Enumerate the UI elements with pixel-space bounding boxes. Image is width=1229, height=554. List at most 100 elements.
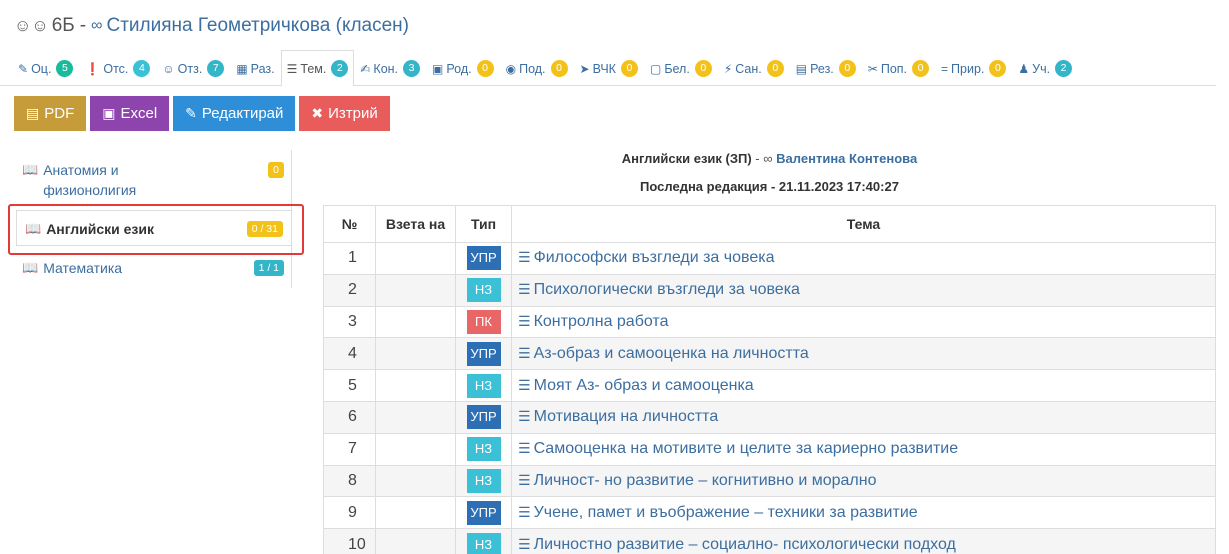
row-topic[interactable]: ☰ Философски възгледи за човека [511,242,1216,275]
topic-title: Моят Аз- образ и самооценка [533,376,754,394]
tab-count-badge: 0 [912,60,930,77]
row-topic[interactable]: ☰ Личностно развитие – социално- психолог… [511,528,1216,554]
tab-label: Прир. [951,61,985,76]
group-icon: ☺☺ [14,16,49,35]
file-excel-icon: ▣ [102,105,116,121]
pdf-button-label: PDF [44,105,75,122]
excel-button[interactable]: ▣ Excel [90,96,170,131]
tab-list[interactable]: ☰ Тем. 2 [280,50,355,86]
topic-title: Аз-образ и самооценка на личността [533,344,809,362]
tab-count-badge: 0 [550,60,568,77]
row-topic[interactable]: ☰ Психологически възгледи за човека [511,273,1216,307]
tab-equals[interactable]: = Прир. 0 [935,50,1012,86]
edit-icon: ✎ [185,105,197,121]
type-badge: НЗ [466,532,501,554]
tab-calendar[interactable]: ▣ Род. 0 [426,50,500,86]
tab-eye[interactable]: ◉ Под. 0 [500,50,574,86]
page-title: ☺☺ 6Б - ∞ Стилияна Геометричкова (класен… [14,12,409,40]
row-taken-on [375,464,456,498]
table-row: 10 НЗ ☰ Личностно развитие – социално- псих… [323,528,1216,554]
glasses-icon: ∞ [763,151,773,166]
list-icon: ☰ [518,408,531,425]
edit-button[interactable]: ✎ Редактирай [173,96,296,131]
tab-count-badge: 0 [620,60,638,77]
topic-title: Психологически възгледи за човека [533,281,800,299]
sidebar-item-math[interactable]: 📖 Математика 1 / 1 [14,250,292,286]
sidebar-item-english[interactable]: 📖 Английски език 0 / 31 [16,210,292,246]
tab-label: Поп. [880,61,908,76]
tab-count-badge: 0 [989,60,1007,77]
last-edit: Последна редакция - 21.11.2023 17:40:27 [640,179,899,194]
excel-button-label: Excel [120,105,158,122]
list-icon: ☰ [518,344,531,361]
subject-sidebar: 📖 Анатомия и физионолигия 0 📖 Английски … [14,150,292,288]
row-type: НЗ [455,528,512,554]
row-type: НЗ [455,464,512,498]
tab-edit[interactable]: ✍ Кон. 3 [354,50,426,86]
tab-label: Отс. [103,61,129,76]
toolbar: ▤ PDF ▣ Excel ✎ Редактирай ✖ Изтрий [14,96,390,131]
col-taken-header: Взета на [375,205,456,243]
row-type: УПР [455,337,512,371]
tab-label: Сан. [735,61,762,76]
bullhorn-icon: ➤ [579,61,590,76]
tab-tools[interactable]: ✂ Поп. 0 [862,50,935,86]
table-row: 8 НЗ ☰ Личност- но развитие – когнитивно и … [323,464,1216,498]
tab-label: Тем. [300,61,327,76]
tab-count-badge: 0 [476,60,494,77]
row-taken-on [375,369,456,402]
topic-title: Мотивация на личността [533,408,719,426]
eye-icon: ◉ [505,61,517,76]
row-topic[interactable]: ☰ Самооценка на мотивите и целите за кари… [511,432,1216,466]
tab-bolt[interactable]: ⚡ Сан. 0 [718,50,790,86]
tab-label: Кон. [373,61,399,76]
pdf-button[interactable]: ▤ PDF [14,96,87,131]
tab-exclamation[interactable]: ❗ Отс. 4 [79,50,156,86]
note-icon: ▢ [649,61,662,76]
list-icon: ☰ [518,471,531,488]
tab-bar: ✎ Оц. 5 ❗ Отс. 4 ☺ Отз. 7 ▦ Раз. ☰ Тем. 2 ✍ Кон. 3 ▣ Род. 0… [0,50,1216,86]
list-icon: ☰ [518,376,531,393]
sidebar-item-label: Анатомия и физионолигия [43,162,137,198]
row-topic[interactable]: ☰ Контролна работа [511,305,1216,339]
row-topic[interactable]: ☰ Мотивация на личността [511,400,1216,434]
row-topic[interactable]: ☰ Моят Аз- образ и самооценка [511,369,1216,402]
delete-button-label: Изтрий [328,105,378,122]
tab-note[interactable]: ▢ Бел. 0 [644,50,718,86]
tab-count-badge: 4 [133,60,151,77]
type-badge: УПР [466,500,501,525]
tab-document[interactable]: ▤ Рез. 0 [790,50,862,86]
row-taken-on [375,337,456,371]
list-icon: ☰ [518,249,531,266]
tab-bullhorn[interactable]: ➤ ВЧК 0 [574,50,644,86]
row-topic[interactable]: ☰ Личност- но развитие – когнитивно и мор… [511,464,1216,498]
class-teacher-link[interactable]: Стилияна Геометричкова (класен) [107,15,410,37]
tab-users[interactable]: ☺ Отз. 7 [156,50,230,86]
tab-label: Раз. [250,61,275,76]
row-topic[interactable]: ☰ Учене, памет и въображение – техники за… [511,496,1216,530]
subject-title: Английски език (ЗП) - ∞ Валентина Контен… [323,151,1216,166]
tab-pencil[interactable]: ✎ Оц. 5 [12,50,79,86]
row-type: УПР [455,496,512,530]
sidebar-item-anatomy[interactable]: 📖 Анатомия и физионолигия 0 [14,152,292,204]
delete-button[interactable]: ✖ Изтрий [299,96,390,131]
users-icon: ☺ [162,61,175,76]
tab-table[interactable]: ▦ Раз. [230,50,280,86]
row-number: 6 [323,400,376,434]
list-icon: ☰ [518,281,531,298]
list-icon: ☰ [518,312,531,329]
document-icon: ▤ [795,61,808,76]
row-taken-on [375,528,456,554]
subject-teacher-link[interactable]: Валентина Контенова [776,151,917,166]
row-topic[interactable]: ☰ Аз-образ и самооценка на личността [511,337,1216,371]
table-row: 9 УПР ☰ Учене, памет и въображение – техник… [323,496,1216,530]
tab-count-badge: 2 [331,60,349,77]
tab-label: Рез. [810,61,834,76]
table-row: 6 УПР ☰ Мотивация на личността [323,400,1216,434]
sidebar-item-count: 0 [268,162,284,178]
tab-count-badge: 7 [207,60,225,77]
list-icon: ☰ [286,61,298,76]
tab-student[interactable]: ♟ Уч. 2 [1012,50,1078,86]
table-row: 1 УПР ☰ Философски възгледи за човека [323,242,1216,275]
close-icon: ✖ [311,105,324,121]
